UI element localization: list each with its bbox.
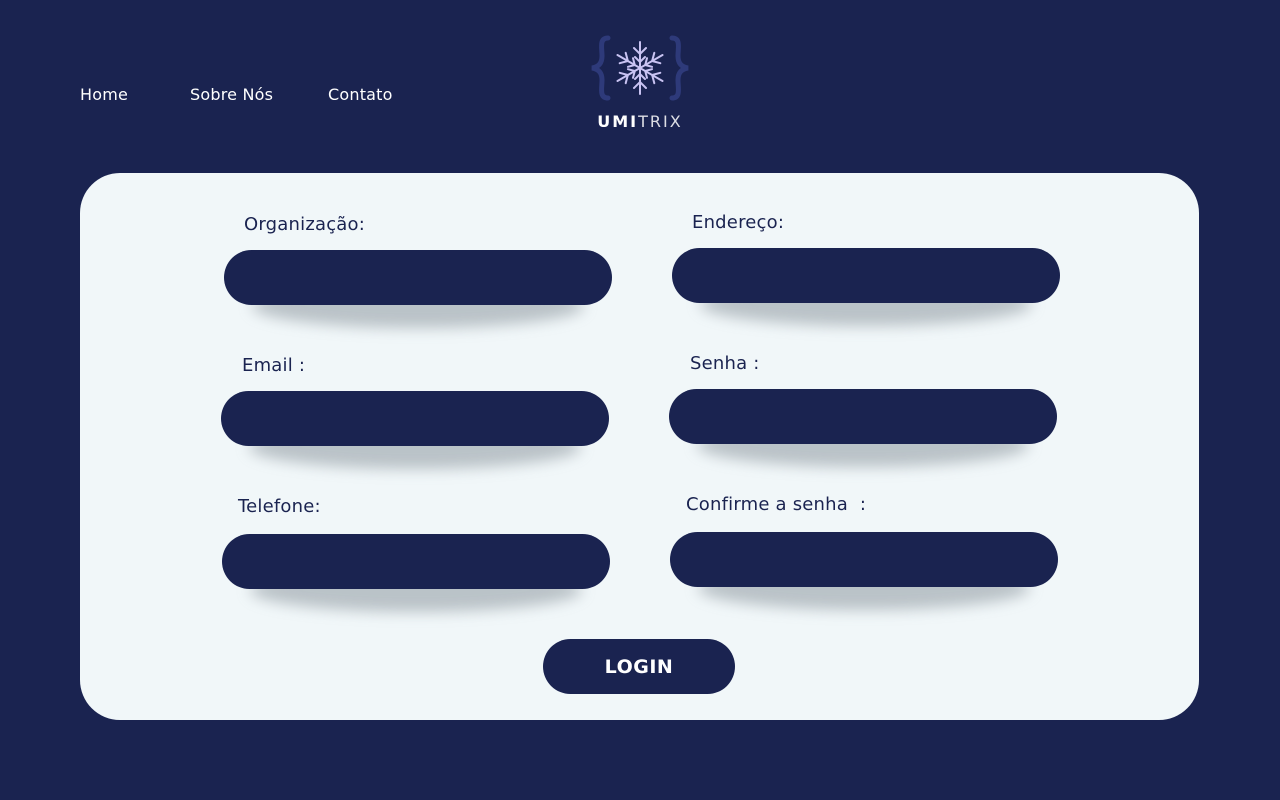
confirme-senha-input[interactable] bbox=[670, 532, 1058, 587]
telefone-field-wrap bbox=[222, 534, 610, 612]
nav-sobre-nos-link[interactable]: Sobre Nós bbox=[190, 85, 273, 104]
email-input[interactable] bbox=[221, 391, 609, 446]
senha-input[interactable] bbox=[669, 389, 1057, 444]
confirme-senha-field-wrap bbox=[670, 532, 1058, 610]
organizacao-field-wrap bbox=[224, 250, 612, 328]
brand-name: UMITRIX bbox=[590, 112, 690, 131]
email-field-wrap bbox=[221, 391, 609, 469]
telefone-input[interactable] bbox=[222, 534, 610, 589]
page: Home Sobre Nós Contato UMITRIX Organizaç… bbox=[0, 0, 1280, 800]
email-label: Email : bbox=[242, 355, 306, 376]
login-button[interactable]: LOGIN bbox=[543, 639, 735, 694]
senha-label: Senha : bbox=[690, 353, 760, 374]
organizacao-input[interactable] bbox=[224, 250, 612, 305]
brand-logo[interactable]: UMITRIX bbox=[590, 34, 690, 134]
snowflake-icon bbox=[591, 35, 689, 101]
brand-name-light: TRIX bbox=[638, 112, 683, 131]
confirme-senha-label: Confirme a senha : bbox=[686, 494, 867, 515]
organizacao-label: Organização: bbox=[244, 214, 365, 235]
endereco-input[interactable] bbox=[672, 248, 1060, 303]
nav-contato-link[interactable]: Contato bbox=[328, 85, 393, 104]
senha-field-wrap bbox=[669, 389, 1057, 467]
brand-name-bold: UMI bbox=[597, 112, 639, 131]
nav-home-link[interactable]: Home bbox=[80, 85, 128, 104]
signup-form-card: Organização: Endereço: Email : Senha : T… bbox=[80, 173, 1199, 720]
endereco-field-wrap bbox=[672, 248, 1060, 326]
telefone-label: Telefone: bbox=[238, 496, 321, 517]
endereco-label: Endereço: bbox=[692, 212, 785, 233]
